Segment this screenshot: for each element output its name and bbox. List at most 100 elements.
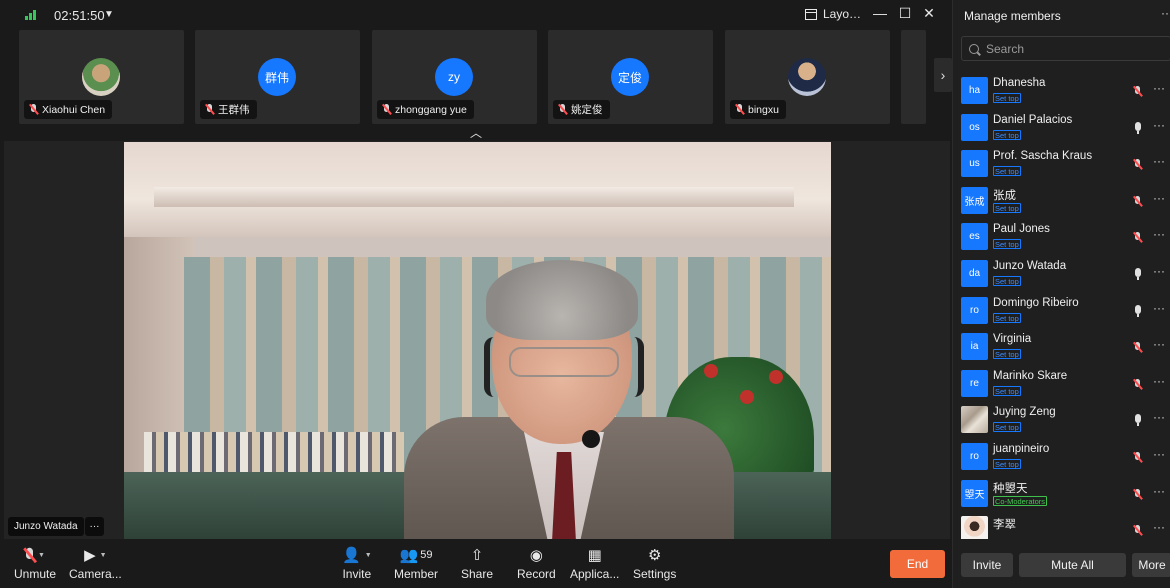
member-row[interactable]: re Marinko Skare Set top ··· (953, 366, 1170, 403)
more-icon[interactable]: ··· (1153, 118, 1165, 132)
more-icon[interactable]: ··· (1153, 520, 1165, 534)
record-button[interactable]: ◉ Record (517, 545, 556, 581)
participant-tile[interactable]: 群伟 王群伟 (195, 30, 360, 124)
mic-muted-icon[interactable] (1133, 523, 1142, 539)
mic-icon[interactable] (1133, 267, 1142, 285)
search-placeholder: Search (986, 41, 1025, 56)
member-row[interactable]: 张成 张成 Set top ··· (953, 183, 1170, 220)
participant-tile[interactable]: Xiaohui Chen (19, 30, 184, 124)
mic-muted-icon[interactable] (1133, 194, 1142, 212)
signal-strength-icon[interactable] (25, 10, 37, 20)
member-role-badge[interactable]: Set top (993, 385, 1021, 396)
mic-muted-icon (23, 547, 36, 562)
participant-tile[interactable]: bingxu (725, 30, 890, 124)
share-icon: ⇧ (470, 547, 484, 564)
more-icon[interactable]: ··· (1153, 154, 1165, 168)
member-row[interactable]: da Junzo Watada Set top ··· (953, 256, 1170, 293)
participant-tile-partial[interactable] (901, 30, 926, 124)
chevron-down-icon[interactable]: ▼ (100, 552, 107, 559)
more-icon[interactable]: ··· (1153, 337, 1165, 351)
mic-muted-icon[interactable] (1133, 487, 1142, 505)
mute-all-button[interactable]: Mute All (1019, 553, 1126, 577)
unmute-button[interactable]: ▼ Unmute (14, 545, 56, 581)
member-row[interactable]: ro juanpineiro Set top ··· (953, 439, 1170, 476)
applications-button[interactable]: ▦ Applica... (570, 545, 619, 581)
speaker-nametag: Junzo Watada (8, 517, 84, 536)
member-row[interactable]: us Prof. Sascha Kraus Set top ··· (953, 146, 1170, 183)
panel-footer: Invite Mute All More (952, 548, 1170, 578)
layout-button[interactable]: Layo… (805, 7, 861, 21)
participant-tile[interactable]: zy zhonggang yue (372, 30, 537, 124)
search-input[interactable]: Search (961, 36, 1170, 61)
more-icon[interactable]: ··· (1153, 227, 1165, 241)
more-icon[interactable]: ··· (1153, 447, 1165, 461)
camera-off-icon: ▶ (84, 547, 96, 564)
minimize-icon[interactable]: — (872, 5, 888, 21)
mic-muted-icon[interactable] (1133, 84, 1142, 102)
member-role-badge[interactable]: Set top (993, 312, 1021, 323)
more-icon[interactable]: ··· (1153, 264, 1165, 278)
more-button[interactable]: More (1132, 553, 1170, 577)
mic-muted-icon[interactable] (1133, 340, 1142, 358)
applications-label: Applica... (570, 567, 620, 581)
chevron-right-icon[interactable]: › (934, 58, 952, 92)
member-name: 李翠 (993, 519, 1016, 532)
mic-muted-icon[interactable] (1133, 157, 1142, 175)
member-role-badge[interactable]: Set top (993, 349, 1021, 360)
settings-button[interactable]: ⚙ Settings (633, 545, 676, 581)
member-role-badge[interactable]: Set top (993, 275, 1021, 286)
more-icon[interactable]: ··· (85, 517, 104, 536)
mic-muted-icon[interactable] (1133, 450, 1142, 468)
invite-button[interactable]: Invite (961, 553, 1013, 577)
member-role-badge[interactable]: Set top (993, 202, 1021, 213)
mic-icon[interactable] (1133, 413, 1142, 431)
close-icon[interactable]: ✕ (921, 5, 937, 22)
mic-muted-icon[interactable] (1133, 230, 1142, 248)
more-icon[interactable]: ··· (1153, 374, 1165, 388)
member-role-badge[interactable]: Co-Moderators (993, 495, 1048, 506)
member-row[interactable]: 曌天 种曌天 Co-Moderators ··· (953, 476, 1170, 513)
member-role-badge[interactable]: Set top (993, 458, 1021, 469)
chevron-down-icon[interactable]: ▼ (38, 552, 45, 559)
panel-title: Manage members (964, 9, 1061, 23)
member-role-badge[interactable]: Set top (993, 129, 1021, 140)
participant-name: 姚定俊 (571, 104, 603, 116)
member-count: 59 (420, 549, 433, 561)
active-speaker-video[interactable] (124, 142, 831, 539)
chevron-down-icon[interactable]: ▼ (365, 552, 372, 559)
chevron-down-icon[interactable]: ▼ (104, 9, 114, 20)
member-row[interactable]: ha Dhanesha Set top ··· (953, 73, 1170, 110)
mic-icon[interactable] (1133, 121, 1142, 139)
more-icon[interactable]: ··· (1153, 410, 1165, 424)
more-icon[interactable]: ··· (1153, 81, 1165, 95)
participant-nametag: 姚定俊 (553, 100, 610, 119)
mic-icon[interactable] (1133, 304, 1142, 322)
end-meeting-button[interactable]: End (890, 550, 945, 578)
more-icon[interactable]: ··· (1153, 191, 1165, 205)
camera-label: Camera... (69, 567, 122, 581)
avatar (961, 516, 988, 539)
share-button[interactable]: ⇧ Share (461, 545, 493, 581)
member-row[interactable]: Juying Zeng Set top ··· (953, 402, 1170, 439)
more-icon[interactable]: ··· (1153, 484, 1165, 498)
invite-button[interactable]: 👤 ▼ Invite (342, 545, 372, 581)
camera-button[interactable]: ▶ ▼ Camera... (69, 545, 122, 581)
member-name: Prof. Sascha Kraus (993, 150, 1093, 163)
maximize-icon[interactable]: ☐ (897, 5, 913, 22)
more-icon[interactable]: ··· (1161, 6, 1170, 20)
member-row[interactable]: 李翠 ··· (953, 512, 1170, 539)
member-role-badge[interactable]: Set top (993, 166, 1021, 177)
collapse-strip-icon[interactable]: ︿ (470, 124, 482, 141)
member-role-badge[interactable]: Set top (993, 422, 1021, 433)
mic-muted-icon[interactable] (1133, 377, 1142, 395)
participant-tile[interactable]: 定俊 姚定俊 (548, 30, 713, 124)
member-row[interactable]: ia Virginia Set top ··· (953, 329, 1170, 366)
member-role-badge[interactable]: Set top (993, 239, 1021, 250)
member-row[interactable]: ro Domingo Ribeiro Set top ··· (953, 293, 1170, 330)
member-role-badge[interactable]: Set top (993, 93, 1021, 103)
more-icon[interactable]: ··· (1153, 301, 1165, 315)
member-row[interactable]: os Daniel Palacios Set top ··· (953, 110, 1170, 147)
member-button[interactable]: 👥 59 Member (394, 545, 438, 581)
member-row[interactable]: es Paul Jones Set top ··· (953, 219, 1170, 256)
member-name: 种曌天 (993, 482, 1028, 495)
